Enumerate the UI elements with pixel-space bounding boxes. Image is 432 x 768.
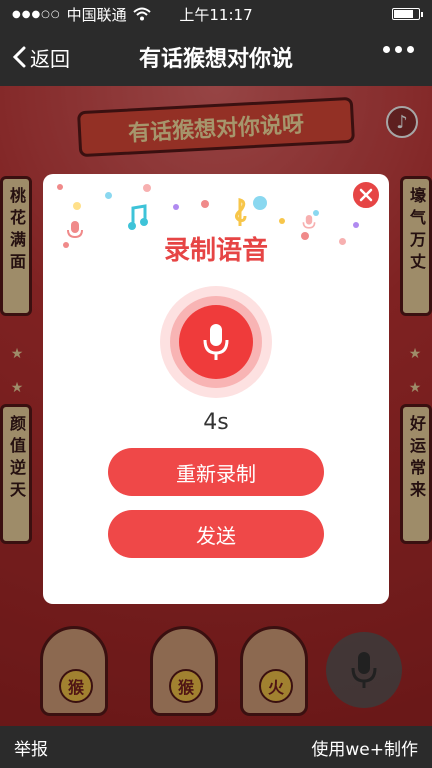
more-dot-icon [395, 46, 402, 53]
music-note-icon [128, 204, 148, 230]
close-icon [359, 188, 373, 202]
confetti-dot [143, 184, 151, 192]
nav-bar: 返回 有话猴想对你说 [0, 28, 432, 86]
status-time: 上午11:17 [179, 5, 253, 24]
recording-duration: 4s [203, 410, 229, 435]
page-title: 有话猴想对你说 [138, 47, 294, 72]
record-mic-button[interactable] [160, 286, 272, 398]
bottom-bar: 举报 使用we+制作 [0, 726, 432, 768]
confetti-dot [173, 204, 179, 210]
confetti-dot [353, 222, 359, 228]
rerecord-button[interactable]: 重新录制 [108, 448, 324, 496]
confetti-dot [201, 200, 209, 208]
carrier-name: 中国联通 [66, 5, 127, 24]
more-menu-button[interactable] [383, 46, 414, 53]
back-label: 返回 [30, 46, 70, 71]
confetti-dot [73, 202, 81, 210]
wifi-icon [132, 7, 151, 21]
chevron-left-icon [12, 46, 26, 68]
more-dot-icon [407, 46, 414, 53]
confetti-dot [57, 184, 63, 190]
carrier-info: ●●●○○ 中国联通 [12, 4, 151, 25]
signal-strength-icon: ●●●○○ [12, 8, 61, 20]
close-dialog-button[interactable] [351, 180, 381, 210]
back-button[interactable]: 返回 [12, 43, 70, 72]
made-with-link[interactable]: 使用we+制作 [311, 735, 418, 760]
mic-ring [170, 296, 262, 388]
confetti-dot [253, 196, 267, 210]
send-button[interactable]: 发送 [108, 510, 324, 558]
microphone-icon [203, 324, 229, 360]
status-bar: ●●●○○ 中国联通 上午11:17 [0, 0, 432, 28]
dialog-title: 录制语音 [163, 236, 268, 266]
record-voice-dialog: 录制语音 4s 重新录制 发送 [43, 174, 389, 604]
treble-clef-icon [234, 198, 247, 226]
more-dot-icon [383, 46, 390, 53]
battery-icon [392, 8, 423, 20]
battery-level [394, 10, 414, 18]
confetti-dot [105, 192, 112, 199]
report-link[interactable]: 举报 [14, 735, 48, 760]
mic-core [179, 305, 253, 379]
confetti-dot [279, 218, 285, 224]
